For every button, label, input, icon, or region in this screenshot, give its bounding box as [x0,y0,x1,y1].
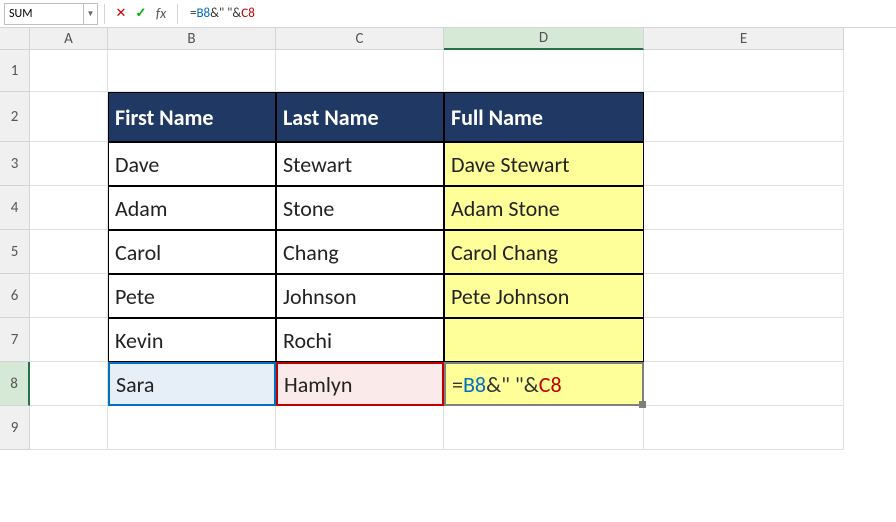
cell[interactable] [30,186,108,230]
cell-full[interactable]: Adam Stone [444,186,644,230]
divider [177,4,178,24]
table-row: 5 Carol Chang Carol Chang [0,230,896,274]
col-header-b[interactable]: B [108,28,276,50]
cell-first[interactable]: Dave [108,142,276,186]
cell-first[interactable]: Adam [108,186,276,230]
cell[interactable] [30,362,108,406]
formula-ref-b: B8 [463,371,486,398]
cell[interactable] [444,406,644,450]
row-header-1[interactable]: 1 [0,50,30,92]
row-header-8[interactable]: 8 [0,362,30,406]
cell[interactable] [644,274,844,318]
name-box-dropdown[interactable]: ▼ [84,3,98,25]
cell-last[interactable]: Rochi [276,318,444,362]
row-header-6[interactable]: 6 [0,274,30,318]
cell[interactable] [276,50,444,92]
column-headers: A B C D E [0,28,896,50]
row-header-4[interactable]: 4 [0,186,30,230]
table-row: 1 [0,50,896,92]
cell-full[interactable]: Carol Chang [444,230,644,274]
name-box[interactable]: SUM [4,3,84,25]
cell[interactable] [30,406,108,450]
col-header-d[interactable]: D [444,28,644,50]
fx-icon[interactable]: fx [151,4,171,24]
col-header-a[interactable]: A [30,28,108,50]
header-first-name[interactable]: First Name [108,92,276,142]
cell[interactable] [30,274,108,318]
cell-last[interactable]: Stewart [276,142,444,186]
table-row: 3 Dave Stewart Dave Stewart [0,142,896,186]
cell-first[interactable]: Carol [108,230,276,274]
cell[interactable] [276,406,444,450]
cell[interactable] [108,406,276,450]
select-all-corner[interactable] [0,28,30,50]
header-full-name[interactable]: Full Name [444,92,644,142]
cell[interactable] [644,406,844,450]
cell-last-ref[interactable]: Hamlyn [276,362,444,406]
formula-ref-b: B8 [196,6,210,21]
col-header-c[interactable]: C [276,28,444,50]
table-row: 6 Pete Johnson Pete Johnson [0,274,896,318]
formula-ref-c: C8 [539,371,562,398]
col-header-e[interactable]: E [644,28,844,50]
cell[interactable] [30,142,108,186]
table-row: 2 First Name Last Name Full Name [0,92,896,142]
spreadsheet-grid: A B C D E 1 2 First Name Last Name Full … [0,28,896,450]
cell[interactable] [644,362,844,406]
table-row: 7 Kevin Rochi [0,318,896,362]
table-row: 4 Adam Stone Adam Stone [0,186,896,230]
cell-last[interactable]: Johnson [276,274,444,318]
cell-first[interactable]: Pete [108,274,276,318]
table-row: 9 [0,406,896,450]
cell[interactable] [644,230,844,274]
formula-bar: SUM ▼ ✕ ✓ fx =B8&" "&C8 [0,0,896,28]
header-last-name[interactable]: Last Name [276,92,444,142]
formula-op: &" "& [210,6,241,21]
cell[interactable] [644,318,844,362]
row-header-7[interactable]: 7 [0,318,30,362]
cell-first[interactable]: Kevin [108,318,276,362]
cell-full[interactable]: Dave Stewart [444,142,644,186]
cell[interactable] [444,50,644,92]
cell[interactable] [644,50,844,92]
fill-handle[interactable] [639,401,646,408]
cell[interactable] [30,50,108,92]
cell-last[interactable]: Stone [276,186,444,230]
formula-input[interactable]: =B8&" "&C8 [184,3,896,25]
cancel-icon[interactable]: ✕ [111,4,131,24]
formula-op: &" "& [486,371,539,398]
cell-full[interactable]: Pete Johnson [444,274,644,318]
row-header-9[interactable]: 9 [0,406,30,450]
cell[interactable] [30,92,108,142]
cell-last[interactable]: Chang [276,230,444,274]
cell[interactable] [644,92,844,142]
confirm-icon[interactable]: ✓ [131,4,151,24]
formula-eq: = [452,371,463,398]
cell[interactable] [644,142,844,186]
divider [104,4,105,24]
cell-editing[interactable]: =B8&" "&C8 [444,362,644,406]
cell[interactable] [644,186,844,230]
cell[interactable] [108,50,276,92]
cell[interactable] [30,230,108,274]
table-row: 8 Sara Hamlyn =B8&" "&C8 [0,362,896,406]
cell-full[interactable] [444,318,644,362]
cell[interactable] [30,318,108,362]
row-header-3[interactable]: 3 [0,142,30,186]
row-header-2[interactable]: 2 [0,92,30,142]
cell-first-ref[interactable]: Sara [108,362,276,406]
formula-ref-c: C8 [241,6,255,21]
row-header-5[interactable]: 5 [0,230,30,274]
